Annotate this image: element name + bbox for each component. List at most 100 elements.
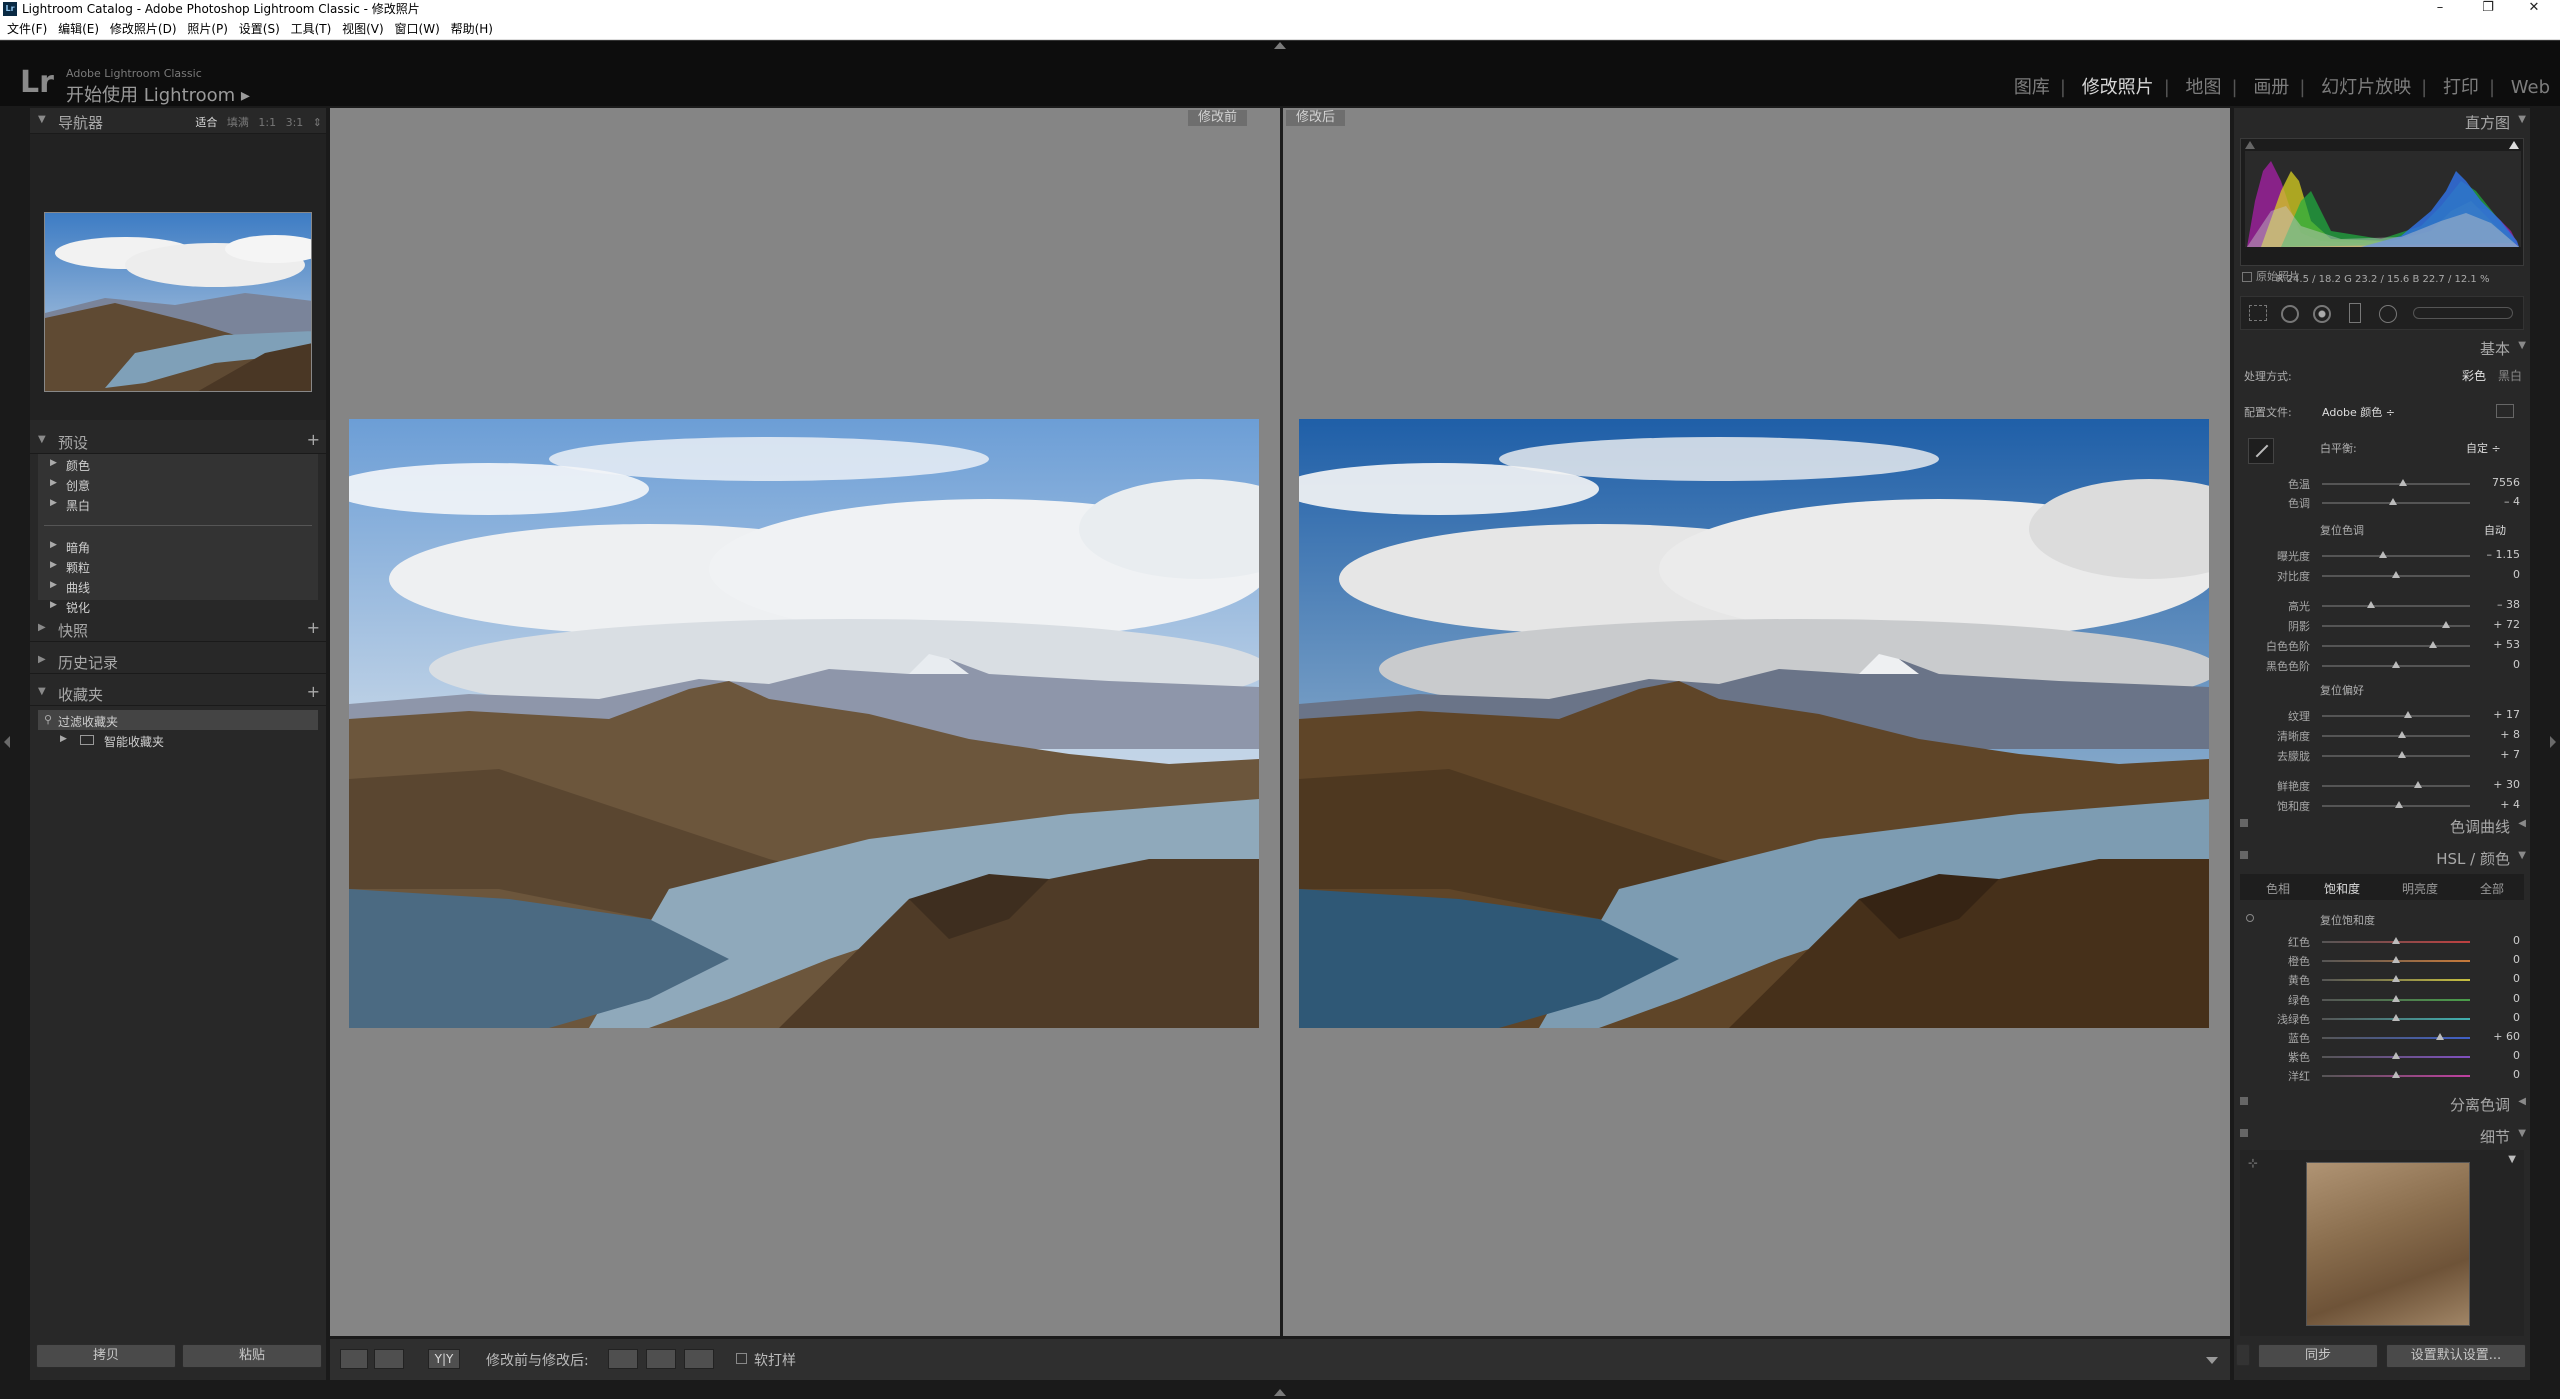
- hsl-slider-value[interactable]: 0: [2476, 1068, 2520, 1081]
- tab-all[interactable]: 全部: [2480, 880, 2504, 897]
- yy-view-button[interactable]: Y|Y: [428, 1349, 460, 1369]
- menu-edit[interactable]: 编辑(E): [58, 18, 99, 40]
- tone-slider-track[interactable]: [2322, 645, 2470, 647]
- presence-slider-track[interactable]: [2322, 785, 2470, 787]
- detail-target-icon[interactable]: ⊹: [2248, 1156, 2258, 1170]
- tone-slider-knob[interactable]: [2429, 641, 2437, 648]
- panel-switch-icon[interactable]: [2240, 1129, 2248, 1137]
- hsl-slider-value[interactable]: 0: [2476, 934, 2520, 947]
- adjustment-brush-icon[interactable]: [2413, 307, 2513, 319]
- hsl-slider[interactable]: 蓝色 + 60: [2240, 1028, 2524, 1047]
- treatment-bw[interactable]: 黑白: [2498, 367, 2522, 384]
- wb-slider-value[interactable]: – 4: [2476, 495, 2520, 508]
- panel-switch-icon[interactable]: [2240, 819, 2248, 827]
- after-photo[interactable]: [1299, 419, 2209, 1028]
- original-photo-checkbox[interactable]: [2242, 272, 2252, 282]
- hsl-slider-value[interactable]: 0: [2476, 953, 2520, 966]
- hsl-slider-knob[interactable]: [2392, 937, 2400, 944]
- presence-slider-value[interactable]: + 17: [2476, 708, 2520, 721]
- presence-slider-value[interactable]: + 8: [2476, 728, 2520, 741]
- hsl-reset[interactable]: 复位饱和度: [2320, 912, 2375, 928]
- wb-slider-value[interactable]: 7556: [2476, 476, 2520, 489]
- tone-slider[interactable]: 对比度 0: [2240, 566, 2524, 585]
- hsl-slider-track[interactable]: [2322, 1037, 2470, 1039]
- zoom-fit[interactable]: 适合: [195, 116, 217, 129]
- tone-slider-value[interactable]: – 1.15: [2476, 548, 2521, 561]
- profile-select[interactable]: Adobe 颜色 ÷: [2322, 404, 2395, 420]
- add-preset-icon[interactable]: +: [307, 430, 320, 449]
- right-panel-toggle-icon[interactable]: [2550, 736, 2556, 748]
- preset-group-grain[interactable]: ▶ 颗粒: [38, 556, 318, 576]
- copy-before-to-after-icon[interactable]: [608, 1349, 638, 1369]
- graduated-filter-icon[interactable]: [2349, 303, 2361, 323]
- copy-after-to-before-icon[interactable]: [646, 1349, 676, 1369]
- loupe-view-icon[interactable]: [340, 1349, 368, 1369]
- before-after-lr-icon[interactable]: [374, 1349, 404, 1369]
- collection-smart[interactable]: ▶ 智能收藏夹: [38, 730, 318, 750]
- preset-group-sharpen[interactable]: ▶ 锐化: [38, 596, 318, 616]
- hsl-slider-value[interactable]: 0: [2476, 992, 2520, 1005]
- tone-slider-knob[interactable]: [2392, 571, 2400, 578]
- radial-filter-icon[interactable]: [2379, 305, 2397, 323]
- treatment-color[interactable]: 彩色: [2462, 367, 2486, 384]
- collection-filter[interactable]: ⚲ 过滤收藏夹: [38, 710, 318, 730]
- tone-slider-value[interactable]: 0: [2476, 658, 2520, 671]
- module-develop[interactable]: 修改照片: [2082, 77, 2154, 98]
- presence-slider-knob[interactable]: [2397, 731, 2406, 738]
- zoom-1to1[interactable]: 1:1: [258, 116, 276, 129]
- tone-slider-value[interactable]: – 38: [2476, 598, 2520, 611]
- hsl-slider[interactable]: 黄色 0: [2240, 970, 2524, 989]
- original-photo-toggle[interactable]: 原始照片: [2242, 268, 2300, 284]
- menu-help[interactable]: 帮助(H): [451, 18, 493, 40]
- wb-slider[interactable]: 色温 7556: [2240, 474, 2524, 493]
- zoom-3to1[interactable]: 3:1: [286, 116, 304, 129]
- presence-slider-knob[interactable]: [2414, 781, 2423, 788]
- top-panel-toggle-icon[interactable]: [1274, 42, 1286, 49]
- close-button[interactable]: ✕: [2514, 0, 2554, 18]
- before-photo[interactable]: [349, 419, 1259, 1028]
- zoom-menu-icon[interactable]: ⇕: [313, 116, 322, 129]
- tone-slider-value[interactable]: + 53: [2476, 638, 2520, 651]
- tone-slider-track[interactable]: [2322, 555, 2470, 557]
- wb-select[interactable]: 自定 ÷: [2466, 440, 2501, 456]
- presence-slider[interactable]: 去朦胧 + 7: [2240, 746, 2524, 765]
- profile-browser-icon[interactable]: [2496, 404, 2514, 418]
- reset-default-button[interactable]: 设置默认设置...: [2386, 1344, 2526, 1368]
- menu-window[interactable]: 窗口(W): [395, 18, 440, 40]
- toolbar-menu-icon[interactable]: [2206, 1357, 2218, 1364]
- menu-photo[interactable]: 照片(P): [187, 18, 228, 40]
- presence-slider-track[interactable]: [2322, 755, 2470, 757]
- history-header[interactable]: ▶ 历史记录: [30, 648, 326, 674]
- spot-removal-icon[interactable]: [2281, 305, 2299, 323]
- presence-reset[interactable]: 复位偏好: [2320, 682, 2364, 698]
- hsl-slider-knob[interactable]: [2392, 1013, 2400, 1021]
- presets-header[interactable]: ▼ 预设 +: [30, 428, 326, 454]
- presence-slider-value[interactable]: + 30: [2476, 778, 2520, 791]
- sync-button[interactable]: 同步: [2258, 1344, 2378, 1368]
- hsl-slider[interactable]: 橙色 0: [2240, 951, 2524, 970]
- tab-luminance[interactable]: 明亮度: [2402, 880, 2438, 897]
- hsl-slider[interactable]: 浅绿色 0: [2240, 1009, 2524, 1028]
- tone-slider-knob[interactable]: [2378, 551, 2387, 558]
- collections-header[interactable]: ▼ 收藏夹 +: [30, 680, 326, 706]
- presence-slider-value[interactable]: + 7: [2476, 748, 2520, 761]
- left-panel-toggle-icon[interactable]: [4, 736, 10, 748]
- menu-settings[interactable]: 设置(S): [239, 18, 280, 40]
- hsl-slider-value[interactable]: + 60: [2476, 1030, 2520, 1043]
- hsl-slider-value[interactable]: 0: [2476, 1049, 2520, 1062]
- module-library[interactable]: 图库: [2014, 77, 2050, 98]
- hsl-header[interactable]: HSL / 颜色 ▼: [2234, 844, 2530, 870]
- tone-curve-header[interactable]: 色调曲线 ◀: [2234, 812, 2530, 838]
- soft-proof-checkbox[interactable]: [736, 1353, 747, 1364]
- hsl-slider-value[interactable]: 0: [2476, 1011, 2520, 1024]
- hsl-slider-knob[interactable]: [2392, 1071, 2400, 1079]
- presence-slider-knob[interactable]: [2394, 801, 2403, 808]
- presence-slider[interactable]: 鲜艳度 + 30: [2240, 776, 2524, 795]
- hsl-slider-knob[interactable]: [2392, 975, 2400, 983]
- wb-eyedropper-icon[interactable]: [2248, 438, 2274, 464]
- filmstrip-toggle-icon[interactable]: [1274, 1389, 1286, 1396]
- module-book[interactable]: 画册: [2253, 77, 2289, 98]
- presence-slider[interactable]: 清晰度 + 8: [2240, 726, 2524, 745]
- swap-before-after-icon[interactable]: [684, 1349, 714, 1369]
- hsl-slider[interactable]: 洋红 0: [2240, 1066, 2524, 1085]
